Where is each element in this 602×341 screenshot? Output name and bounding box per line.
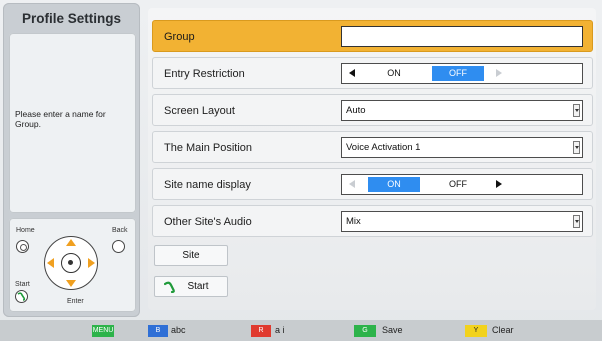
row-other-sites-audio[interactable]: Other Site's Audio Mix bbox=[152, 205, 593, 237]
yellow-key-label: Clear bbox=[492, 325, 514, 335]
site-button[interactable]: Site bbox=[154, 245, 228, 266]
remote-guide: Home Back Start Enter bbox=[9, 218, 136, 312]
dropdown-arrow-icon[interactable] bbox=[573, 104, 580, 117]
home-label: Home bbox=[16, 227, 35, 234]
row-entry-restriction[interactable]: Entry Restriction ON OFF bbox=[152, 57, 593, 89]
panel-title: Profile Settings bbox=[21, 11, 121, 26]
screen-layout-label: Screen Layout bbox=[164, 105, 235, 117]
footer-key-guide: MENU B abc R a i G Save Y Clear bbox=[0, 320, 602, 341]
row-site-name-display[interactable]: Site name display ON OFF bbox=[152, 168, 593, 200]
site-name-display-toggle[interactable]: ON OFF bbox=[341, 174, 583, 195]
help-text: Please enter a name for Group. bbox=[15, 109, 106, 129]
row-screen-layout[interactable]: Screen Layout Auto bbox=[152, 94, 593, 126]
site-name-display-off[interactable]: OFF bbox=[432, 177, 484, 192]
row-main-position[interactable]: The Main Position Voice Activation 1 bbox=[152, 131, 593, 163]
dpad-left-icon bbox=[47, 258, 54, 268]
screen-layout-select[interactable]: Auto bbox=[341, 100, 583, 121]
dropdown-arrow-icon[interactable] bbox=[573, 215, 580, 228]
toggle-right-arrow-icon[interactable] bbox=[496, 69, 502, 77]
site-name-display-on[interactable]: ON bbox=[368, 177, 420, 192]
start-label: Start bbox=[15, 281, 30, 288]
dpad-up-icon bbox=[66, 239, 76, 246]
start-button-label: Start bbox=[187, 281, 209, 292]
dpad-right-icon bbox=[88, 258, 95, 268]
other-sites-audio-value: Mix bbox=[346, 216, 361, 227]
enter-button-icon bbox=[61, 253, 81, 273]
green-key-label: Save bbox=[382, 325, 403, 335]
entry-restriction-off[interactable]: OFF bbox=[432, 66, 484, 81]
main-position-select[interactable]: Voice Activation 1 bbox=[341, 137, 583, 158]
blue-key-label: abc bbox=[171, 325, 186, 335]
site-name-display-label: Site name display bbox=[164, 179, 251, 191]
blue-key-icon: B bbox=[148, 325, 168, 337]
back-button-icon bbox=[112, 240, 125, 253]
green-key-icon: G bbox=[354, 325, 376, 337]
toggle-right-arrow-icon[interactable] bbox=[496, 180, 502, 188]
group-label: Group bbox=[164, 31, 195, 43]
entry-restriction-label: Entry Restriction bbox=[164, 68, 245, 80]
screen-layout-value: Auto bbox=[346, 105, 366, 116]
start-button[interactable]: Start bbox=[154, 276, 228, 297]
dpad-down-icon bbox=[66, 280, 76, 287]
other-sites-audio-select[interactable]: Mix bbox=[341, 211, 583, 232]
profile-settings-panel: Profile Settings Please enter a name for… bbox=[3, 3, 140, 317]
row-group[interactable]: Group bbox=[152, 20, 593, 52]
start-button-icon bbox=[15, 290, 28, 303]
help-box: Please enter a name for Group. bbox=[9, 33, 136, 213]
entry-restriction-on[interactable]: ON bbox=[368, 66, 420, 81]
dropdown-arrow-icon[interactable] bbox=[573, 141, 580, 154]
entry-restriction-toggle[interactable]: ON OFF bbox=[341, 63, 583, 84]
toggle-left-arrow-icon[interactable] bbox=[349, 69, 355, 77]
call-start-icon bbox=[164, 281, 175, 293]
menu-key-icon: MENU bbox=[92, 325, 114, 337]
yellow-key-icon: Y bbox=[465, 325, 487, 337]
red-key-label: a i bbox=[275, 325, 285, 335]
group-input[interactable] bbox=[341, 26, 583, 47]
main-position-value: Voice Activation 1 bbox=[346, 142, 421, 153]
toggle-left-arrow-icon[interactable] bbox=[349, 180, 355, 188]
main-position-label: The Main Position bbox=[164, 142, 253, 154]
back-label: Back bbox=[112, 227, 128, 234]
home-button-icon bbox=[16, 240, 29, 253]
other-sites-audio-label: Other Site's Audio bbox=[164, 216, 252, 228]
enter-label: Enter bbox=[67, 298, 84, 305]
red-key-icon: R bbox=[251, 325, 271, 337]
